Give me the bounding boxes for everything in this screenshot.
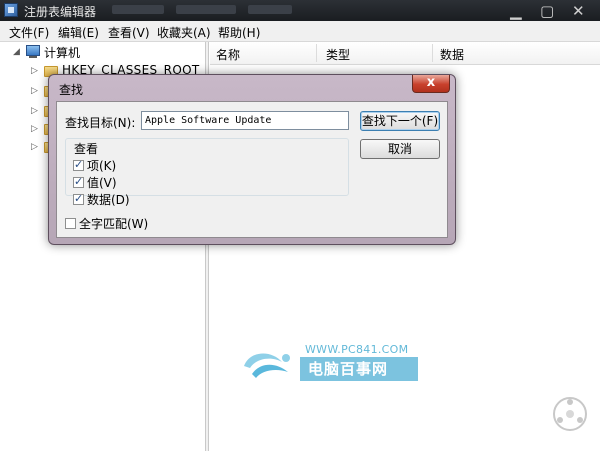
blurred-title-text [248, 5, 292, 14]
collapse-arrow-icon[interactable]: ◢ [13, 47, 20, 57]
look-at-title: 查看 [73, 140, 100, 157]
maximize-icon[interactable]: ▢ [540, 2, 554, 20]
expand-arrow-icon[interactable]: ▷ [31, 86, 38, 96]
window-title: 注册表编辑器 [24, 5, 97, 19]
column-divider[interactable] [316, 44, 317, 62]
cancel-button[interactable]: 取消 [360, 139, 440, 159]
menu-bar: 文件(F) 编辑(E) 查看(V) 收藏夹(A) 帮助(H) [0, 21, 600, 42]
dialog-close-button[interactable]: x [412, 75, 450, 93]
corner-watermark-icon [553, 397, 587, 431]
values-list-header: 名称 类型 数据 [210, 42, 600, 65]
checkbox-match-whole[interactable]: 全字匹配(W) [65, 215, 148, 232]
computer-icon [26, 45, 40, 58]
find-dialog: 查找 x 查找目标(N): Apple Software Update 查找下一… [48, 74, 456, 245]
checkbox-data[interactable]: 数据(D) [73, 191, 130, 208]
find-what-label: 查找目标(N): [65, 116, 136, 130]
dialog-title: 查找 [59, 83, 84, 97]
checkbox-values[interactable]: 值(V) [73, 174, 117, 191]
dialog-body: 查找目标(N): Apple Software Update 查找下一个(F) … [56, 101, 448, 238]
expand-arrow-icon[interactable]: ▷ [31, 124, 38, 134]
menu-help[interactable]: 帮助(H) [218, 24, 260, 41]
column-name[interactable]: 名称 [216, 46, 240, 63]
checkbox-unchecked-icon[interactable] [65, 218, 76, 229]
find-what-input[interactable]: Apple Software Update [141, 111, 349, 130]
column-divider[interactable] [432, 44, 433, 62]
checkbox-values-label: 值(V) [87, 176, 117, 190]
menu-file[interactable]: 文件(F) [9, 24, 49, 41]
checkbox-keys[interactable]: 项(K) [73, 157, 116, 174]
watermark-name: 电脑百事网 [300, 357, 418, 381]
minimize-icon[interactable]: ▁ [510, 2, 522, 20]
tree-root-computer[interactable]: 计算机 [44, 44, 80, 61]
menu-view[interactable]: 查看(V) [108, 24, 150, 41]
checkbox-checked-icon[interactable] [73, 175, 84, 188]
find-next-button[interactable]: 查找下一个(F) [360, 111, 440, 131]
expand-arrow-icon[interactable]: ▷ [31, 66, 38, 76]
checkbox-data-label: 数据(D) [87, 193, 130, 207]
column-type[interactable]: 类型 [326, 46, 350, 63]
blurred-title-text [176, 5, 236, 14]
column-data[interactable]: 数据 [440, 46, 464, 63]
checkbox-keys-label: 项(K) [87, 159, 117, 173]
blurred-title-text [112, 5, 164, 14]
regedit-icon [4, 3, 18, 17]
watermark-url: WWW.PC841.COM [305, 343, 409, 356]
menu-favorites[interactable]: 收藏夹(A) [157, 24, 211, 41]
title-bar: 注册表编辑器 ▁ ▢ ✕ [0, 0, 600, 21]
menu-edit[interactable]: 编辑(E) [58, 24, 99, 41]
match-whole-label: 全字匹配(W) [79, 217, 149, 231]
checkbox-checked-icon[interactable] [73, 192, 84, 205]
checkbox-checked-icon[interactable] [73, 158, 84, 171]
expand-arrow-icon[interactable]: ▷ [31, 106, 38, 116]
expand-arrow-icon[interactable]: ▷ [31, 142, 38, 152]
close-window-icon[interactable]: ✕ [572, 2, 585, 20]
watermark-logo [244, 353, 290, 378]
